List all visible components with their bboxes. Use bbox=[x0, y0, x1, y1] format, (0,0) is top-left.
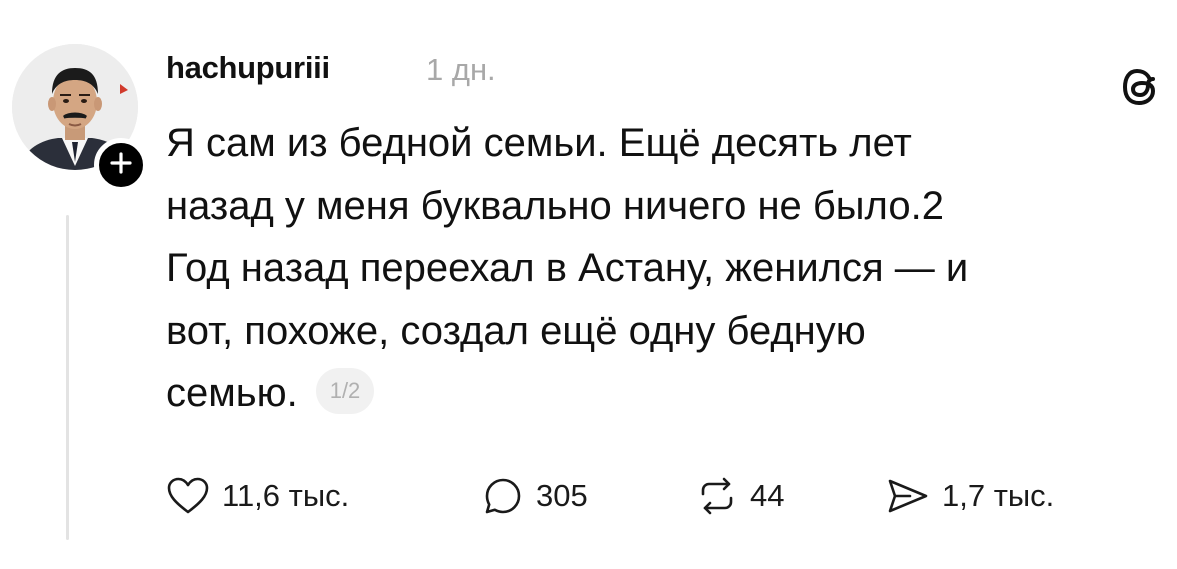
repost-arrows-icon bbox=[696, 475, 738, 517]
post-actions-bar: 11,6 тыс. 305 44 1,7 тыс. bbox=[166, 466, 1146, 526]
plus-icon bbox=[110, 151, 132, 179]
reply-button[interactable]: 305 bbox=[482, 466, 588, 526]
thread-connector-line bbox=[66, 215, 69, 540]
post-text-line: Я сам из бедной семьи. Ещё десять лет bbox=[166, 121, 912, 165]
threads-logo-icon bbox=[1120, 66, 1162, 108]
heart-icon bbox=[166, 476, 210, 516]
like-count: 11,6 тыс. bbox=[222, 478, 350, 513]
post-username[interactable]: hachupuriii bbox=[166, 50, 330, 86]
post-text-line: вот, похоже, создал ещё одну бедную bbox=[166, 308, 866, 353]
reply-count: 305 bbox=[536, 478, 588, 513]
thread-post: hachupuriii 1 дн. Я сам из бедной семьи.… bbox=[0, 0, 1177, 569]
share-button[interactable]: 1,7 тыс. bbox=[886, 466, 1054, 526]
repost-button[interactable]: 44 bbox=[696, 466, 784, 526]
post-timestamp: 1 дн. bbox=[426, 52, 496, 87]
page-indicator-badge: 1/2 bbox=[315, 368, 375, 415]
post-text-line: семью. bbox=[166, 371, 298, 415]
post-text-line: Год назад переехал в Астану, женился — и bbox=[166, 246, 969, 290]
repost-count: 44 bbox=[750, 478, 785, 513]
comment-bubble-icon bbox=[482, 475, 524, 517]
send-icon bbox=[886, 476, 930, 516]
post-body: Я сам из бедной семьи. Ещё десять лет на… bbox=[166, 112, 1106, 425]
post-text-last-line-wrap: семью. 1/2 bbox=[166, 362, 1106, 425]
share-count: 1,7 тыс. bbox=[942, 478, 1055, 513]
follow-button[interactable] bbox=[94, 138, 148, 192]
like-button[interactable]: 11,6 тыс. bbox=[166, 466, 349, 526]
post-text-line: назад у меня буквально ничего не было.2 bbox=[166, 183, 944, 228]
avatar-container[interactable] bbox=[12, 44, 148, 192]
